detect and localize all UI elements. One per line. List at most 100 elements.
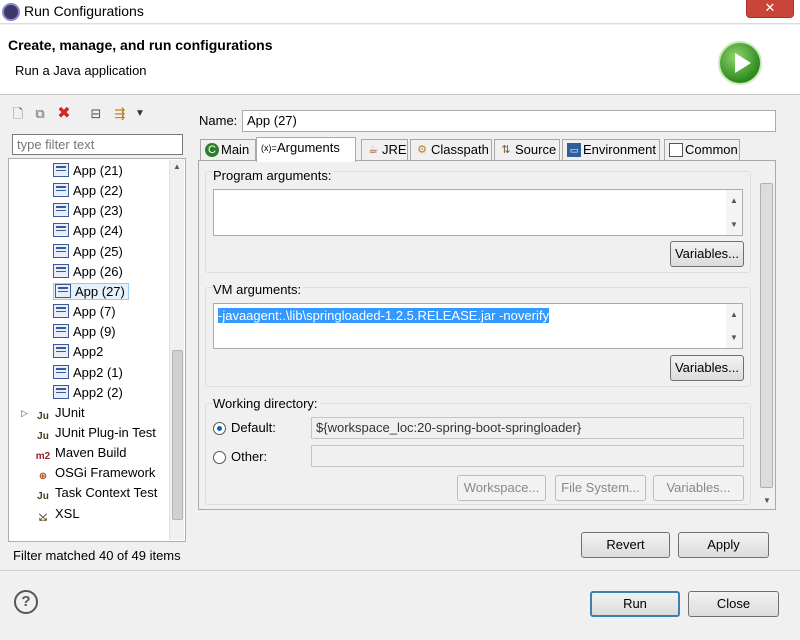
header-title: Create, manage, and run configurations (8, 37, 273, 53)
apply-button[interactable]: Apply (678, 532, 769, 558)
java-app-icon (53, 263, 69, 278)
filter-input[interactable] (12, 134, 183, 155)
tree-scroll-thumb[interactable] (172, 350, 183, 520)
tree-item[interactable]: App (9) (53, 322, 116, 342)
vm-args-scrollbar[interactable]: ▲ ▼ (726, 304, 742, 348)
tree-item-label: App (24) (73, 223, 123, 239)
tree-item[interactable]: App (22) (53, 181, 123, 201)
name-input[interactable]: App (27) (242, 110, 776, 132)
view-menu-icon[interactable]: ▼ (132, 106, 148, 122)
tree-item[interactable]: App (23) (53, 201, 123, 221)
new-config-icon[interactable]: 🗋 (10, 106, 26, 122)
java-app-icon (53, 183, 69, 198)
eclipse-icon (2, 3, 20, 21)
other-label: Other: (231, 449, 268, 464)
run-icon (718, 41, 762, 85)
program-args-variables-button[interactable]: Variables... (670, 241, 744, 267)
tab-main[interactable]: C Main (200, 139, 256, 161)
tree-item[interactable]: ▷ Ju JUnit (21, 403, 85, 423)
tree-item[interactable]: App (27) (53, 282, 129, 302)
working-dir-label: Working directory: (213, 396, 320, 411)
classpath-tab-icon: ⚙ (417, 144, 427, 156)
window-title: Run Configurations (24, 3, 144, 19)
tab-jre[interactable]: ☕ JRE (361, 139, 408, 161)
tree-item[interactable]: App2 (1) (53, 363, 123, 383)
default-radio[interactable] (213, 422, 226, 435)
tree-item-label: App (25) (73, 243, 123, 259)
workspace-button[interactable]: Workspace... (457, 475, 546, 501)
source-tab-icon: ⇅ (501, 144, 511, 156)
java-app-icon (53, 324, 69, 339)
tree-item-label: App (9) (73, 324, 116, 340)
tab-environment[interactable]: ▭ Environment (562, 139, 660, 161)
osgi-icon: ⊕ (38, 471, 48, 483)
tab-classpath[interactable]: ⚙ Classpath (410, 139, 492, 161)
dialog-header: Create, manage, and run configurations R… (0, 25, 800, 95)
java-app-icon (53, 223, 69, 238)
vm-args-variables-button[interactable]: Variables... (670, 355, 744, 381)
program-args-input[interactable]: ▲ ▼ (213, 189, 743, 236)
filter-icon[interactable]: ⇶ (112, 106, 128, 122)
tab-label: Source (515, 142, 557, 157)
title-bar: Run Configurations ✕ (0, 0, 800, 24)
divider (0, 570, 800, 571)
tree-item[interactable]: Ju JUnit Plug-in Test (35, 423, 156, 443)
xsl-icon: ⤩ (39, 511, 47, 523)
tab-label: Environment (583, 142, 656, 157)
revert-button[interactable]: Revert (581, 532, 670, 558)
tree-item[interactable]: ⊕ OSGi Framework (35, 463, 156, 483)
tree-item[interactable]: App (26) (53, 262, 123, 282)
scroll-up-icon[interactable]: ▲ (173, 162, 181, 171)
close-button[interactable]: Close (688, 591, 779, 617)
tree-item-label: XSL (55, 505, 80, 521)
run-button[interactable]: Run (590, 591, 680, 617)
tree-item[interactable]: m2 Maven Build (35, 443, 127, 463)
delete-icon[interactable]: ✖ (56, 106, 72, 122)
tree-item[interactable]: App2 (53, 342, 103, 362)
filter-status: Filter matched 40 of 49 items (13, 548, 181, 563)
maven-icon: m2 (35, 451, 51, 463)
working-dir-variables-button[interactable]: Variables... (653, 475, 744, 501)
tree-item-label: Maven Build (55, 445, 127, 461)
main-tab-icon: C (205, 143, 219, 157)
tab-source[interactable]: ⇅ Source (494, 139, 560, 161)
tree-item[interactable]: App (24) (53, 221, 123, 241)
tree-item-label: OSGi Framework (55, 465, 156, 481)
tree-scrollbar[interactable]: ▲ (169, 160, 184, 540)
tree-item[interactable]: App (7) (53, 302, 116, 322)
other-radio[interactable] (213, 451, 226, 464)
expand-icon[interactable]: ▷ (21, 403, 28, 423)
vm-args-text: -javaagent:.\lib\springloaded-1.2.5.RELE… (218, 308, 549, 323)
java-app-icon (53, 384, 69, 399)
window-close-button[interactable]: ✕ (746, 0, 794, 18)
junit-icon: Ju (37, 410, 49, 422)
tree-item-label: App (21) (73, 163, 123, 178)
tab-label: Main (221, 142, 250, 157)
file-system-button[interactable]: File System... (555, 475, 646, 501)
collapse-all-icon[interactable]: ⊟ (88, 106, 104, 122)
tree-item[interactable]: ⤩ XSL (35, 504, 80, 524)
scroll-down-icon[interactable]: ▼ (763, 496, 771, 505)
tree-item-label: App (27) (75, 283, 125, 299)
tree-item-label: JUnit (55, 404, 85, 420)
tree-item[interactable]: Ju Task Context Test (35, 483, 157, 503)
other-dir-field[interactable] (311, 445, 744, 467)
java-app-icon (53, 304, 69, 319)
config-tree[interactable]: App (21) App (22) App (23) App (24) App (25)… (8, 158, 186, 542)
name-label: Name: (199, 113, 238, 128)
help-icon[interactable]: ? (14, 590, 38, 614)
program-args-scrollbar[interactable]: ▲ ▼ (726, 190, 742, 235)
tree-item-label: JUnit Plug-in Test (55, 424, 156, 440)
tree-item[interactable]: App (21) (53, 161, 123, 181)
panel-scrollbar[interactable]: ▼ (759, 178, 774, 508)
vm-args-input[interactable]: -javaagent:.\lib\springloaded-1.2.5.RELE… (213, 303, 743, 349)
duplicate-icon[interactable]: ⧉ (32, 106, 48, 122)
tree-item[interactable]: App2 (2) (53, 383, 123, 403)
tree-item[interactable]: App (25) (53, 242, 123, 262)
common-tab-icon (669, 143, 683, 157)
tab-arguments[interactable]: (x)= Arguments (256, 137, 356, 162)
panel-scroll-thumb[interactable] (760, 183, 773, 488)
java-app-icon (53, 203, 69, 218)
tab-common[interactable]: Common (664, 139, 740, 161)
program-args-label: Program arguments: (213, 168, 334, 183)
